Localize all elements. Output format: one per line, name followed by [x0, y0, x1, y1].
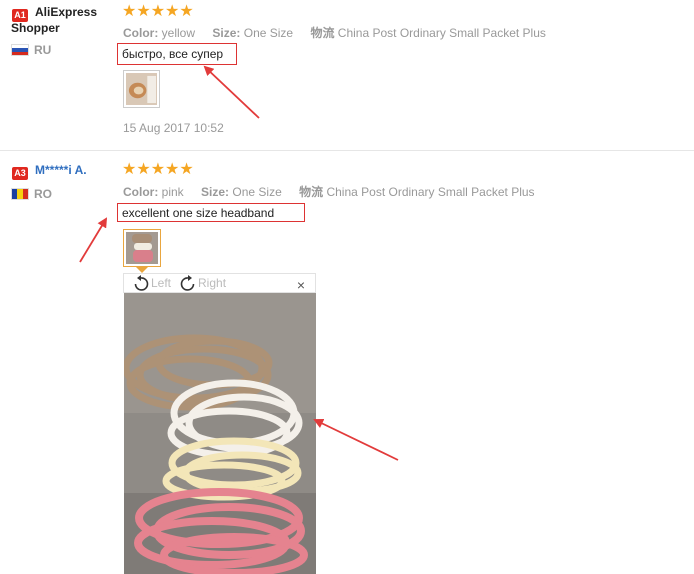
country: RU [11, 43, 51, 57]
photo-thumbnail-image [126, 232, 158, 264]
feedback-text: excellent one size headband [117, 203, 305, 222]
size-value: One Size [232, 185, 282, 199]
reviewer-name-line2: Shopper [11, 21, 60, 35]
shipping-label: 物流 [299, 185, 324, 199]
review-divider [0, 150, 694, 151]
rotate-right-label: Right [198, 276, 227, 290]
shipping-value: China Post Ordinary Small Packet Plus [326, 185, 535, 199]
rotate-left-button[interactable]: Left [132, 275, 171, 291]
image-viewer-toolbar: Left Right × [123, 273, 316, 293]
color-value: yellow [161, 26, 196, 40]
color-label: Color: [123, 26, 159, 40]
review-photo-thumbnail[interactable] [123, 70, 160, 108]
rotate-left-icon [134, 275, 149, 291]
shipping-label: 物流 [310, 26, 335, 40]
reviewer-name-text: M*****i A. [35, 163, 87, 177]
country-code: RU [34, 43, 52, 57]
flag-ro-icon [11, 188, 29, 200]
headband-photo-image [124, 293, 316, 574]
reviewer-name-cont[interactable]: Shopper [11, 20, 60, 36]
size-value: One Size [243, 26, 294, 40]
size-label: Size: [212, 26, 241, 40]
annotation-arrows [79, 65, 399, 461]
rotate-right-icon [180, 275, 195, 291]
rating-stars: ★★★★★ [122, 3, 194, 20]
country: RO [11, 187, 52, 201]
reviewer-name[interactable]: AliExpress [35, 4, 97, 20]
size-label: Size: [201, 185, 230, 199]
annotation-arrow-1 [203, 65, 260, 119]
photo-thumbnail-image [126, 73, 157, 105]
flag-ru-icon [11, 44, 29, 56]
rating-stars: ★★★★★ [122, 161, 194, 178]
annotation-arrow-2 [79, 217, 108, 263]
reviewer-name[interactable]: M*****i A. [35, 162, 87, 178]
feedback-text-content: быстро, все супер [122, 47, 224, 61]
review-2-avatar: A3 [12, 163, 28, 181]
reviewer-name-line1: AliExpress [35, 5, 98, 19]
product-attributes: Color: pink Size: One Size 物流 China Post… [123, 183, 535, 200]
product-attributes: Color: yellow Size: One Size 物流 China Po… [123, 24, 546, 41]
review-photo-thumbnail[interactable] [123, 229, 161, 267]
country-code: RO [34, 187, 52, 201]
color-value: pink [161, 185, 184, 199]
color-label: Color: [123, 185, 159, 199]
rotate-right-button[interactable]: Right [179, 275, 226, 291]
annotation-arrow-3 [313, 418, 399, 461]
rotate-left-label: Left [151, 276, 172, 290]
review-photo-large[interactable] [124, 293, 316, 574]
review-date: 15 Aug 2017 10:52 [123, 121, 224, 135]
feedback-text-content: excellent one size headband [122, 205, 275, 220]
level-badge: A3 [12, 167, 28, 180]
shipping-value: China Post Ordinary Small Packet Plus [337, 26, 546, 40]
feedback-text: быстро, все супер [117, 43, 237, 65]
close-icon[interactable]: × [297, 277, 305, 293]
